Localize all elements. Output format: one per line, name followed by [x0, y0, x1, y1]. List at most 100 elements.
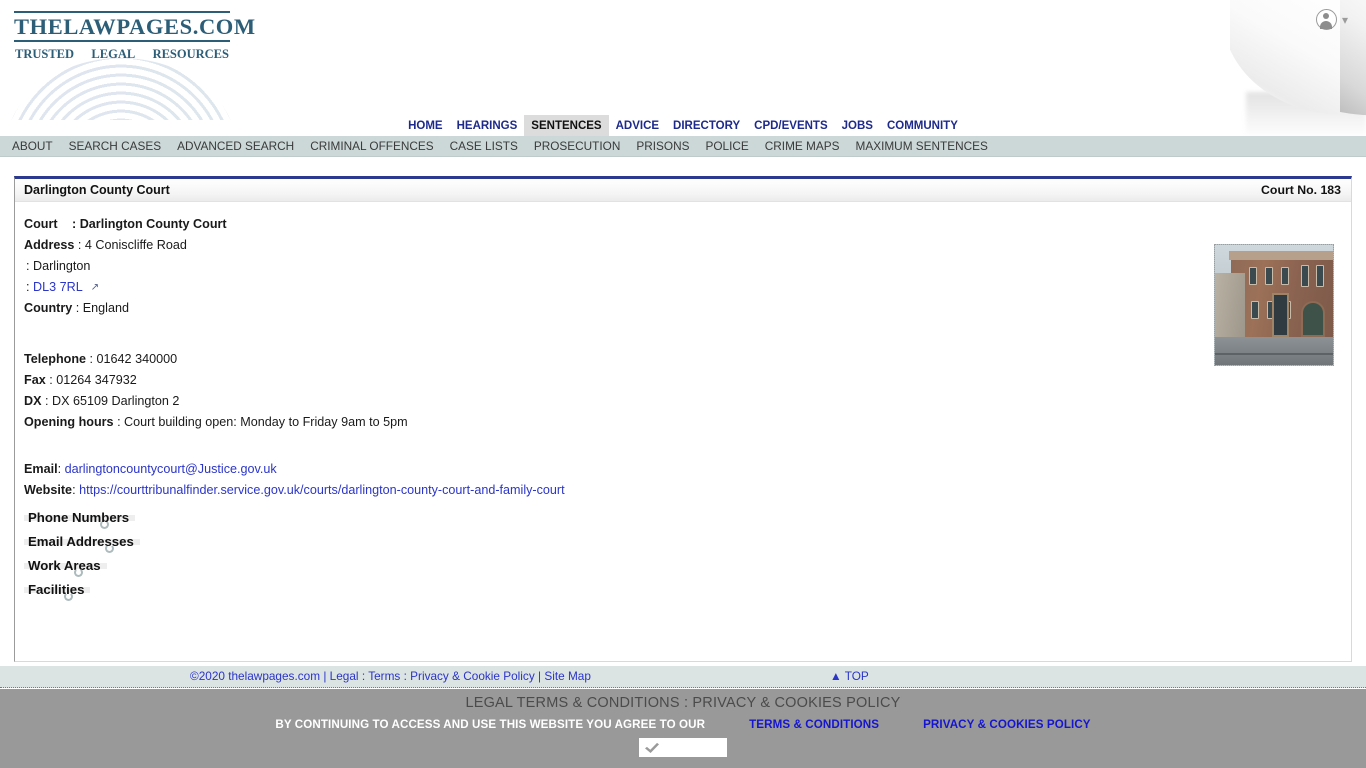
accordion-facilities[interactable]: Facilities — [24, 583, 91, 601]
detail-row-email: Email: darlingtoncountycourt@Justice.gov… — [24, 459, 1351, 480]
accordion-label: Email Addresses — [28, 534, 134, 549]
site-footer: ©2020 thelawpages.com | Legal : Terms : … — [0, 666, 1366, 688]
detail-row-fax: Fax : 01264 347932 — [24, 370, 1351, 391]
email-separator: : — [57, 462, 62, 476]
subnav-item-advanced-search[interactable]: ADVANCED SEARCH — [169, 137, 302, 155]
sub-navigation: ABOUT SEARCH CASES ADVANCED SEARCH CRIMI… — [0, 136, 1366, 157]
subnav-item-crime-maps[interactable]: CRIME MAPS — [757, 137, 848, 155]
accordion-phone-numbers[interactable]: Phone Numbers — [24, 511, 136, 529]
postcode-map-link[interactable]: DL3 7RL — [33, 280, 82, 294]
footer-sep-2: | — [538, 669, 542, 683]
loading-spinner-icon — [100, 520, 109, 529]
court-value: Darlington County Court — [79, 217, 227, 231]
accordion-list: Phone Numbers Email Addresses Work Areas… — [24, 511, 1351, 611]
cookie-banner-title: LEGAL TERMS & CONDITIONS : PRIVACY & COO… — [465, 695, 901, 711]
page-root: ▾ THELAWPAGES.COM TRUSTED LEGAL RESOURCE… — [0, 0, 1366, 768]
court-label: Court — [24, 217, 58, 231]
subnav-item-maximum-sentences[interactable]: MAXIMUM SENTENCES — [848, 137, 996, 155]
subnav-item-prosecution[interactable]: PROSECUTION — [526, 137, 629, 155]
logo-wordmark: THELAWPAGES.COM — [14, 14, 256, 39]
website-label: Website — [24, 483, 73, 497]
detail-row-dx: DX : DX 65109 Darlington 2 — [24, 391, 1351, 412]
address-line-1: : 4 Coniscliffe Road — [77, 238, 187, 252]
nav-item-sentences[interactable]: SENTENCES — [524, 115, 609, 136]
subnav-item-prisons[interactable]: PRISONS — [628, 137, 697, 155]
nav-item-advice[interactable]: ADVICE — [609, 115, 666, 136]
logo-rule-bottom — [14, 40, 230, 42]
court-detail-panel: Darlington County Court Court No. 183 Co… — [14, 176, 1352, 662]
telephone-value: : 01642 340000 — [89, 352, 178, 366]
telephone-label: Telephone — [24, 352, 87, 366]
footer-link-privacy-cookie-policy[interactable]: Privacy & Cookie Policy — [410, 669, 535, 683]
nav-item-home[interactable]: HOME — [401, 115, 450, 136]
accordion-label: Work Areas — [28, 558, 101, 573]
subnav-item-police[interactable]: POLICE — [697, 137, 756, 155]
website-separator: : — [72, 483, 76, 497]
court-separator: : — [72, 217, 77, 231]
footer-copyright: ©2020 thelawpages.com — [190, 669, 321, 683]
detail-row-address-2: : Darlington — [24, 256, 1351, 277]
nav-item-community[interactable]: COMMUNITY — [880, 115, 965, 136]
subnav-item-criminal-offences[interactable]: CRIMINAL OFFENCES — [302, 137, 441, 155]
account-menu[interactable]: ▾ — [1315, 9, 1348, 30]
logo-tagline: TRUSTED LEGAL RESOURCES — [14, 47, 230, 62]
cookie-privacy-policy-link[interactable]: PRIVACY & COOKIES POLICY — [923, 718, 1091, 731]
external-link-icon[interactable]: ↗ — [91, 277, 99, 298]
subnav-item-search-cases[interactable]: SEARCH CASES — [61, 137, 169, 155]
subnav-item-about[interactable]: ABOUT — [4, 137, 61, 155]
cookie-banner-body: BY CONTINUING TO ACCESS AND USE THIS WEB… — [0, 718, 1366, 731]
main-navigation: HOME HEARINGS SENTENCES ADVICE DIRECTORY… — [0, 115, 1366, 136]
address-line-2: : Darlington — [26, 259, 91, 273]
fingerprint-watermark — [0, 58, 246, 120]
opening-hours-label: Opening hours — [24, 415, 114, 429]
footer-colon-1: : — [361, 669, 366, 683]
footer-colon-2: : — [403, 669, 407, 683]
footer-link-legal[interactable]: Legal — [330, 669, 359, 683]
court-details-body: Court: Darlington County Court Address :… — [15, 202, 1351, 611]
loading-spinner-icon — [64, 592, 73, 601]
loading-spinner-icon — [105, 544, 114, 553]
country-label: Country — [24, 301, 73, 315]
detail-row-address: Address : 4 Coniscliffe Road — [24, 235, 1351, 256]
check-icon — [645, 742, 659, 753]
website-link[interactable]: https://courttribunalfinder.service.gov.… — [79, 483, 565, 497]
loading-spinner-icon — [74, 568, 83, 577]
accordion-work-areas[interactable]: Work Areas — [24, 559, 107, 577]
email-link[interactable]: darlingtoncountycourt@Justice.gov.uk — [65, 462, 277, 476]
back-to-top-link[interactable]: ▲ TOP — [830, 669, 869, 683]
user-account-icon[interactable] — [1315, 9, 1337, 30]
tagline-resources: RESOURCES — [152, 47, 229, 61]
dx-value: : DX 65109 Darlington 2 — [45, 394, 180, 408]
fax-label: Fax — [24, 373, 46, 387]
detail-row-telephone: Telephone : 01642 340000 — [24, 349, 1351, 370]
accordion-label: Phone Numbers — [28, 510, 130, 525]
panel-title-bar: Darlington County Court Court No. 183 — [15, 179, 1351, 202]
tagline-trusted: TRUSTED — [15, 47, 75, 61]
footer-links: ©2020 thelawpages.com | Legal : Terms : … — [190, 669, 591, 683]
nav-item-cpd-events[interactable]: CPD/EVENTS — [747, 115, 835, 136]
subnav-item-case-lists[interactable]: CASE LISTS — [442, 137, 526, 155]
site-header: THELAWPAGES.COM TRUSTED LEGAL RESOURCES — [0, 0, 1366, 120]
court-number-label: Court No. 183 — [1261, 183, 1341, 197]
accordion-email-addresses[interactable]: Email Addresses — [24, 535, 140, 553]
country-value: : England — [75, 301, 129, 315]
opening-hours-value: : Court building open: Monday to Friday … — [117, 415, 408, 429]
detail-row-country: Country : England — [24, 298, 1351, 319]
nav-item-hearings[interactable]: HEARINGS — [450, 115, 525, 136]
nav-item-directory[interactable]: DIRECTORY — [666, 115, 747, 136]
cookie-accept-button[interactable] — [639, 738, 727, 757]
cookie-consent-banner: LEGAL TERMS & CONDITIONS : PRIVACY & COO… — [0, 689, 1366, 768]
chevron-down-icon[interactable]: ▾ — [1342, 14, 1348, 26]
footer-link-terms[interactable]: Terms — [368, 669, 400, 683]
nav-item-jobs[interactable]: JOBS — [835, 115, 880, 136]
dx-label: DX — [24, 394, 42, 408]
postcode-separator: : — [26, 280, 30, 294]
cookie-banner-notice: BY CONTINUING TO ACCESS AND USE THIS WEB… — [275, 718, 706, 731]
footer-link-site-map[interactable]: Site Map — [544, 669, 591, 683]
detail-row-postcode: : DL3 7RL ↗ — [24, 277, 1351, 298]
cookie-terms-conditions-link[interactable]: TERMS & CONDITIONS — [749, 718, 879, 731]
site-logo[interactable]: THELAWPAGES.COM TRUSTED LEGAL RESOURCES — [14, 11, 256, 62]
cookie-button-row — [0, 738, 1366, 757]
footer-sep-1: | — [323, 669, 327, 683]
